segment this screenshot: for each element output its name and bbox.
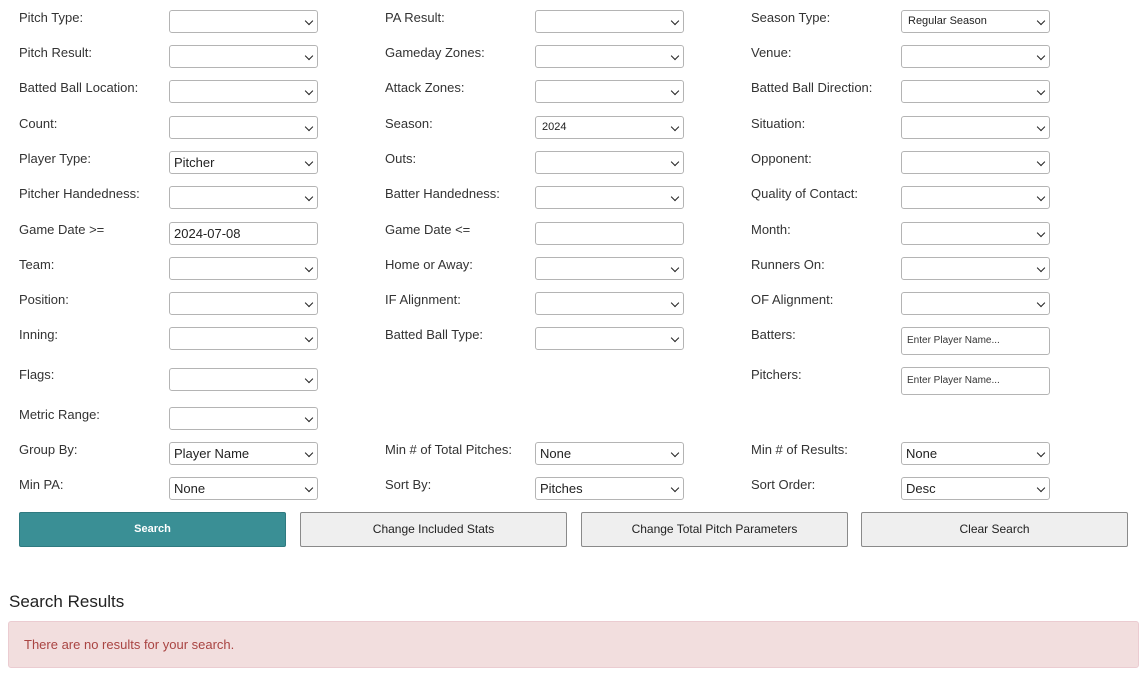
form-row: Count: Season: 2024 Situation: (0, 116, 1148, 152)
no-results-alert: There are no results for your search. (8, 621, 1139, 668)
sort-order-select[interactable]: Desc (901, 477, 1050, 500)
season-type-label: Season Type: (751, 10, 831, 25)
batter-handedness-label: Batter Handedness: (385, 186, 500, 201)
team-select[interactable] (169, 257, 318, 280)
sort-by-select[interactable]: Pitches (535, 477, 684, 500)
game-date-from-input[interactable]: 2024-07-08 (169, 222, 318, 245)
form-row: Batted Ball Location: Attack Zones: Batt… (0, 80, 1148, 116)
search-button[interactable]: Search (19, 512, 286, 547)
venue-label: Venue: (751, 45, 792, 60)
gameday-zones-select[interactable] (535, 45, 684, 68)
if-alignment-label: IF Alignment: (385, 292, 461, 307)
inning-label: Inning: (19, 327, 59, 342)
metric-range-select[interactable] (169, 407, 318, 430)
form-row: Team: Home or Away: Runners On: (0, 257, 1148, 293)
season-label: Season: (385, 116, 433, 131)
min-results-label: Min # of Results: (751, 442, 848, 457)
pitch-type-label: Pitch Type: (19, 10, 84, 25)
venue-select[interactable] (901, 45, 1050, 68)
search-results-heading: Search Results (9, 592, 125, 611)
flags-select[interactable] (169, 368, 318, 391)
pitchers-input[interactable]: Enter Player Name... (901, 367, 1050, 395)
pa-result-label: PA Result: (385, 10, 445, 25)
form-row: Metric Range: (0, 407, 1148, 443)
game-date-from-label: Game Date >= (19, 222, 105, 237)
form-row: Pitch Type: PA Result: Season Type: Regu… (0, 10, 1148, 46)
batted-ball-direction-select[interactable] (901, 80, 1050, 103)
form-row: Pitch Result: Gameday Zones: Venue: (0, 45, 1148, 81)
team-label: Team: (19, 257, 55, 272)
season-select[interactable]: 2024 (535, 116, 684, 139)
metric-range-label: Metric Range: (19, 407, 100, 422)
min-total-pitches-select[interactable]: None (535, 442, 684, 465)
month-select[interactable] (901, 222, 1050, 245)
player-type-label: Player Type: (19, 151, 92, 166)
position-select[interactable] (169, 292, 318, 315)
batted-ball-type-select[interactable] (535, 327, 684, 350)
situation-select[interactable] (901, 116, 1050, 139)
outs-label: Outs: (385, 151, 417, 166)
form-row: Player Type: Pitcher Outs: Opponent: (0, 151, 1148, 187)
count-select[interactable] (169, 116, 318, 139)
home-or-away-select[interactable] (535, 257, 684, 280)
game-date-to-label: Game Date <= (385, 222, 471, 237)
change-total-pitch-parameters-button[interactable]: Change Total Pitch Parameters (581, 512, 848, 547)
quality-of-contact-select[interactable] (901, 186, 1050, 209)
situation-label: Situation: (751, 116, 806, 131)
runners-on-label: Runners On: (751, 257, 825, 272)
runners-on-select[interactable] (901, 257, 1050, 280)
opponent-label: Opponent: (751, 151, 812, 166)
of-alignment-label: OF Alignment: (751, 292, 834, 307)
pitcher-handedness-label: Pitcher Handedness: (19, 186, 140, 201)
min-results-select[interactable]: None (901, 442, 1050, 465)
position-label: Position: (19, 292, 69, 307)
form-row: Pitcher Handedness: Batter Handedness: Q… (0, 186, 1148, 222)
min-pa-label: Min PA: (19, 477, 64, 492)
clear-search-button[interactable]: Clear Search (861, 512, 1128, 547)
batted-ball-location-select[interactable] (169, 80, 318, 103)
batted-ball-direction-label: Batted Ball Direction: (751, 80, 873, 95)
batted-ball-type-label: Batted Ball Type: (385, 327, 484, 342)
form-row: Position: IF Alignment: OF Alignment: (0, 292, 1148, 328)
pitchers-label: Pitchers: (751, 367, 802, 382)
game-date-to-input[interactable] (535, 222, 684, 245)
batted-ball-location-label: Batted Ball Location: (19, 80, 139, 95)
change-included-stats-button[interactable]: Change Included Stats (300, 512, 567, 547)
attack-zones-select[interactable] (535, 80, 684, 103)
outs-select[interactable] (535, 151, 684, 174)
pitch-result-select[interactable] (169, 45, 318, 68)
gameday-zones-label: Gameday Zones: (385, 45, 485, 60)
batter-handedness-select[interactable] (535, 186, 684, 209)
pitch-result-label: Pitch Result: (19, 45, 92, 60)
month-label: Month: (751, 222, 791, 237)
group-by-label: Group By: (19, 442, 78, 457)
group-by-select[interactable]: Player Name (169, 442, 318, 465)
home-or-away-label: Home or Away: (385, 257, 473, 272)
form-row: Inning: Batted Ball Type: Batters: Enter… (0, 327, 1148, 363)
form-row: Group By: Player Name Min # of Total Pit… (0, 442, 1148, 478)
pitch-type-select[interactable] (169, 10, 318, 33)
opponent-select[interactable] (901, 151, 1050, 174)
batters-label: Batters: (751, 327, 796, 342)
inning-select[interactable] (169, 327, 318, 350)
pitcher-handedness-select[interactable] (169, 186, 318, 209)
flags-label: Flags: (19, 367, 55, 382)
pa-result-select[interactable] (535, 10, 684, 33)
form-row: Min PA: None Sort By: Pitches Sort Order… (0, 477, 1148, 513)
player-type-select[interactable]: Pitcher (169, 151, 318, 174)
if-alignment-select[interactable] (535, 292, 684, 315)
form-row: Flags: Pitchers: Enter Player Name... (0, 367, 1148, 403)
season-type-select[interactable]: Regular Season (901, 10, 1050, 33)
count-label: Count: (19, 116, 58, 131)
min-pa-select[interactable]: None (169, 477, 318, 500)
batters-input[interactable]: Enter Player Name... (901, 327, 1050, 355)
quality-of-contact-label: Quality of Contact: (751, 186, 858, 201)
min-total-pitches-label: Min # of Total Pitches: (385, 442, 512, 457)
sort-by-label: Sort By: (385, 477, 432, 492)
form-row: Game Date >= 2024-07-08 Game Date <= Mon… (0, 222, 1148, 258)
attack-zones-label: Attack Zones: (385, 80, 465, 95)
sort-order-label: Sort Order: (751, 477, 816, 492)
of-alignment-select[interactable] (901, 292, 1050, 315)
